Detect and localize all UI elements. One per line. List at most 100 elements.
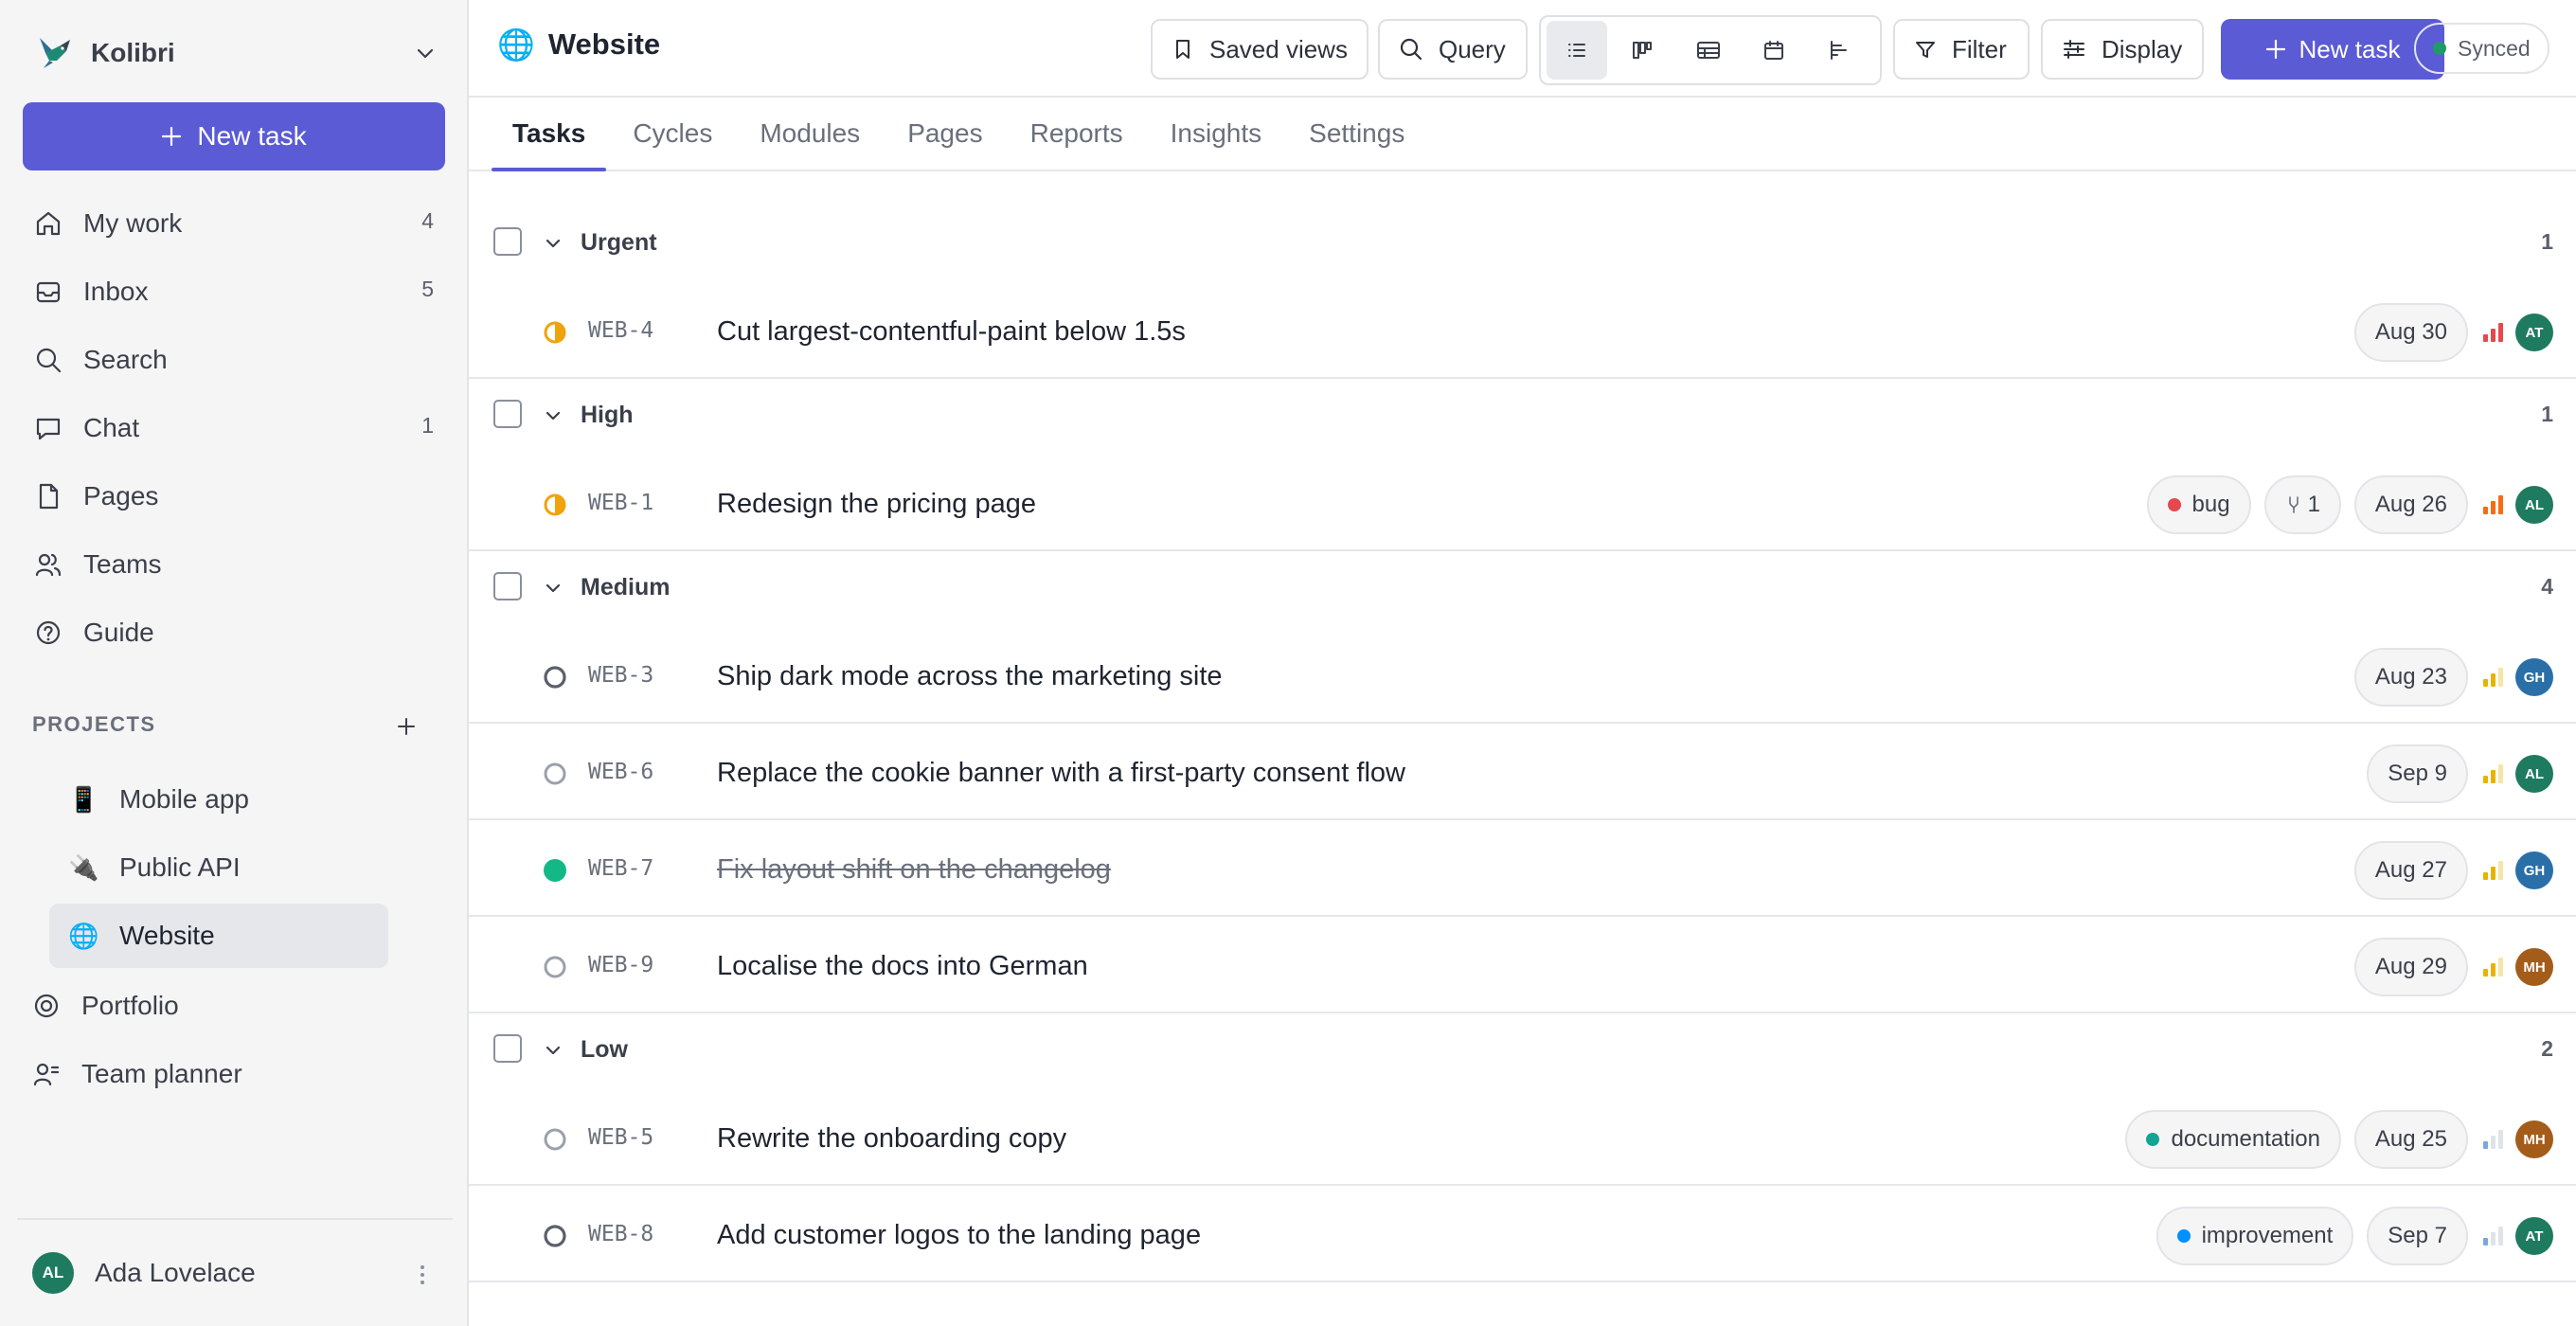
task-title[interactable]: Ship dark mode across the marketing site (717, 661, 1223, 692)
status-in-progress-icon[interactable] (543, 493, 567, 517)
table-row[interactable]: WEB-8 Add customer logos to the landing p… (469, 1186, 2576, 1282)
status-backlog-icon[interactable] (543, 955, 567, 979)
due-date-chip[interactable]: Aug 26 (2353, 475, 2468, 534)
group-select-checkbox[interactable] (493, 400, 522, 428)
priority-medium-icon[interactable] (2481, 858, 2506, 883)
table-row[interactable]: WEB-3 Ship dark mode across the marketing… (469, 627, 2576, 724)
avatar[interactable]: GH (2515, 851, 2553, 889)
subtasks-chip[interactable]: 1 (2263, 475, 2341, 534)
project-item-public-api[interactable]: 🔌 Public API (49, 835, 388, 900)
sidebar-item-portfolio[interactable]: Portfolio (23, 972, 445, 1040)
task-title[interactable]: Redesign the pricing page (717, 489, 1036, 520)
due-date-chip[interactable]: Aug 29 (2353, 938, 2468, 996)
chevron-down-icon[interactable] (543, 1040, 564, 1061)
sidebar-item-inbox[interactable]: Inbox 5 (23, 258, 445, 326)
new-task-button[interactable]: New task (2221, 19, 2444, 80)
sidebar-item-label: Chat (83, 413, 140, 442)
gantt-view-button[interactable] (1809, 21, 1869, 80)
status-backlog-icon[interactable] (543, 1127, 567, 1152)
due-date-chip[interactable]: Sep 9 (2367, 744, 2468, 803)
tab-tasks[interactable]: Tasks (492, 98, 607, 171)
chevron-down-icon[interactable] (543, 578, 564, 599)
table-row[interactable]: WEB-9 Localise the docs into German Aug 29… (469, 917, 2576, 1013)
display-button[interactable]: Display (2041, 19, 2204, 80)
sidebar-item-team-planner[interactable]: Team planner (23, 1040, 445, 1108)
task-title[interactable]: Cut largest-contentful-paint below 1.5s (717, 316, 1186, 348)
tab-modules[interactable]: Modules (739, 98, 881, 170)
due-date-chip[interactable]: Aug 30 (2353, 303, 2468, 362)
avatar[interactable]: AT (2515, 1217, 2553, 1255)
more-vertical-icon[interactable] (419, 1263, 426, 1286)
status-todo-icon[interactable] (543, 665, 567, 690)
task-title[interactable]: Replace the cookie banner with a first-p… (717, 758, 1405, 789)
sync-status-label: Synced (2458, 35, 2531, 61)
workspace-switcher[interactable]: Kolibri (32, 28, 437, 78)
table-row[interactable]: WEB-4 Cut largest-contentful-paint below … (469, 282, 2576, 379)
priority-urgent-icon[interactable] (2481, 320, 2506, 345)
sidebar-item-search[interactable]: Search (23, 326, 445, 394)
status-done-icon[interactable] (543, 858, 567, 883)
board-view-button[interactable] (1612, 21, 1673, 80)
label-chip[interactable]: documentation (2125, 1110, 2341, 1169)
tab-insights[interactable]: Insights (1150, 98, 1283, 170)
due-date-chip[interactable]: Aug 23 (2353, 648, 2468, 707)
table-row[interactable]: WEB-6 Replace the cookie banner with a fi… (469, 724, 2576, 820)
saved-views-button[interactable]: Saved views (1151, 19, 1368, 80)
table-row[interactable]: WEB-5 Rewrite the onboarding copy document… (469, 1089, 2576, 1186)
search-icon (36, 348, 62, 373)
priority-high-icon[interactable] (2481, 493, 2506, 517)
avatar[interactable]: AL (2515, 755, 2553, 793)
avatar[interactable]: AT (2515, 314, 2553, 351)
group-select-checkbox[interactable] (493, 227, 522, 256)
list-view-button[interactable] (1547, 21, 1608, 80)
label-chip[interactable]: bug (2146, 475, 2251, 534)
chevron-down-icon[interactable] (414, 42, 437, 64)
project-item-website[interactable]: 🌐 Website (49, 904, 388, 968)
group-select-checkbox[interactable] (493, 572, 522, 600)
portfolio-icon (34, 994, 59, 1018)
table-row[interactable]: WEB-7 Fix layout shift on the changelog Au… (469, 820, 2576, 917)
calendar-view-button[interactable] (1744, 21, 1804, 80)
avatar[interactable]: AL (2515, 486, 2553, 524)
priority-low-icon[interactable] (2481, 1127, 2506, 1152)
chevron-down-icon[interactable] (543, 233, 564, 254)
avatar[interactable]: MH (2515, 948, 2553, 986)
task-title[interactable]: Add customer logos to the landing page (717, 1220, 1201, 1251)
avatar[interactable]: MH (2515, 1120, 2553, 1158)
user-menu[interactable]: AL Ada Lovelace (17, 1218, 453, 1326)
filter-button[interactable]: Filter (1893, 19, 2030, 80)
add-project-icon[interactable] (394, 714, 419, 739)
status-backlog-icon[interactable] (543, 762, 567, 786)
priority-medium-icon[interactable] (2481, 762, 2506, 786)
label-chip[interactable]: improvement (2156, 1207, 2354, 1265)
sidebar-item-chat[interactable]: Chat 1 (23, 394, 445, 462)
tab-reports[interactable]: Reports (1010, 98, 1144, 170)
sidebar-new-task-button[interactable]: New task (23, 102, 445, 170)
sidebar-item-guide[interactable]: Guide (23, 599, 445, 667)
task-title[interactable]: Localise the docs into German (717, 951, 1088, 982)
spreadsheet-view-button[interactable] (1677, 21, 1738, 80)
status-todo-icon[interactable] (543, 1224, 567, 1248)
query-button[interactable]: Query (1378, 19, 1528, 80)
tab-settings[interactable]: Settings (1288, 98, 1425, 170)
group-select-checkbox[interactable] (493, 1034, 522, 1063)
sidebar-item-teams[interactable]: Teams (23, 530, 445, 599)
task-title[interactable]: Fix layout shift on the changelog (717, 854, 1111, 886)
task-title[interactable]: Rewrite the onboarding copy (717, 1123, 1066, 1155)
tab-pages[interactable]: Pages (886, 98, 1003, 170)
priority-medium-icon[interactable] (2481, 955, 2506, 979)
chevron-down-icon[interactable] (543, 405, 564, 426)
sidebar-item-my-work[interactable]: My work 4 (23, 189, 445, 258)
tab-cycles[interactable]: Cycles (612, 98, 733, 170)
due-date-chip[interactable]: Aug 27 (2353, 841, 2468, 900)
task-id: WEB-8 (588, 1222, 654, 1246)
due-date-chip[interactable]: Sep 7 (2367, 1207, 2468, 1265)
project-item-mobile-app[interactable]: 📱 Mobile app (49, 767, 388, 832)
priority-low-icon[interactable] (2481, 1224, 2506, 1248)
avatar[interactable]: GH (2515, 658, 2553, 696)
status-in-progress-icon[interactable] (543, 320, 567, 345)
priority-medium-icon[interactable] (2481, 665, 2506, 690)
due-date-chip[interactable]: Aug 25 (2353, 1110, 2468, 1169)
table-row[interactable]: WEB-1 Redesign the pricing page bug 1 Aug 26… (469, 455, 2576, 551)
sidebar-item-pages[interactable]: Pages (23, 462, 445, 530)
